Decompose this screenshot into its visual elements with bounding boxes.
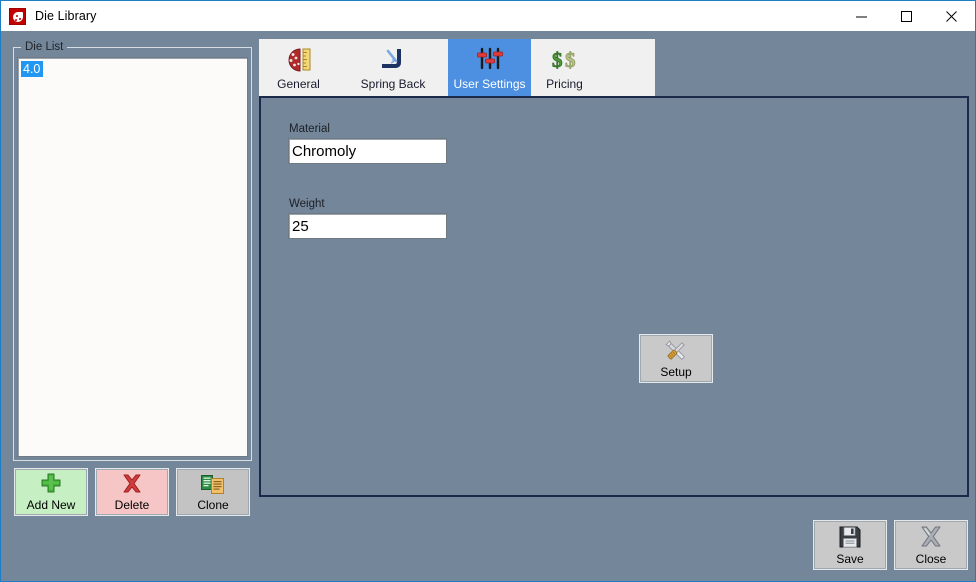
material-label: Material — [289, 123, 330, 135]
tab-pricing[interactable]: $ $ Pricing — [531, 39, 598, 97]
window-title: Die Library — [35, 9, 97, 23]
close-button[interactable]: Close — [895, 521, 967, 569]
weight-label: Weight — [289, 198, 325, 210]
tab-general[interactable]: General — [259, 39, 338, 97]
add-new-label: Add New — [26, 498, 76, 512]
dollar-signs-icon: $ $ — [549, 45, 581, 75]
die-list-legend: Die List — [21, 40, 68, 54]
die-list-listbox[interactable]: 4.0 — [17, 57, 248, 457]
tab-spring-back-label: Spring Back — [360, 77, 426, 91]
x-close-icon — [918, 522, 944, 552]
tab-pricing-label: Pricing — [546, 77, 583, 91]
svg-text:$: $ — [565, 48, 576, 72]
plus-icon — [16, 470, 86, 498]
add-new-button[interactable]: Add New — [15, 469, 87, 515]
close-label: Close — [915, 552, 947, 566]
setup-label: Setup — [660, 365, 692, 379]
weight-input[interactable] — [288, 213, 447, 239]
save-label: Save — [836, 552, 864, 566]
minimize-icon — [856, 16, 867, 17]
tab-user-settings-label: User Settings — [453, 77, 526, 91]
close-icon — [946, 10, 957, 22]
die-library-window: Die Library Die List 4.0 Add New Delete … — [0, 0, 976, 582]
bend-angle-icon — [378, 45, 408, 75]
tab-spring-back[interactable]: Spring Back — [338, 39, 448, 97]
floppy-disk-icon — [838, 522, 862, 552]
sliders-icon — [475, 45, 505, 75]
die-app-icon — [9, 7, 26, 25]
clone-label: Clone — [197, 498, 229, 512]
maximize-icon — [901, 10, 912, 22]
material-input[interactable] — [288, 138, 447, 164]
tab-strip: General Spring Back User Settings $ $ Pr… — [259, 39, 655, 97]
save-button[interactable]: Save — [814, 521, 886, 569]
maximize-button[interactable] — [884, 1, 929, 31]
tab-general-label: General — [277, 77, 320, 91]
tab-user-settings[interactable]: User Settings — [448, 39, 531, 97]
clone-button[interactable]: Clone — [177, 469, 249, 515]
tools-icon — [662, 336, 690, 365]
x-mark-icon — [97, 470, 167, 498]
window-close-button[interactable] — [929, 1, 974, 31]
minimize-button[interactable] — [839, 1, 884, 31]
title-bar: Die Library — [1, 1, 975, 31]
die-ruler-icon — [284, 45, 314, 75]
copy-documents-icon — [178, 470, 248, 498]
setup-button[interactable]: Setup — [640, 335, 712, 382]
svg-text:$: $ — [552, 48, 563, 72]
delete-label: Delete — [114, 498, 150, 512]
delete-button[interactable]: Delete — [96, 469, 168, 515]
list-item[interactable]: 4.0 — [21, 61, 44, 77]
